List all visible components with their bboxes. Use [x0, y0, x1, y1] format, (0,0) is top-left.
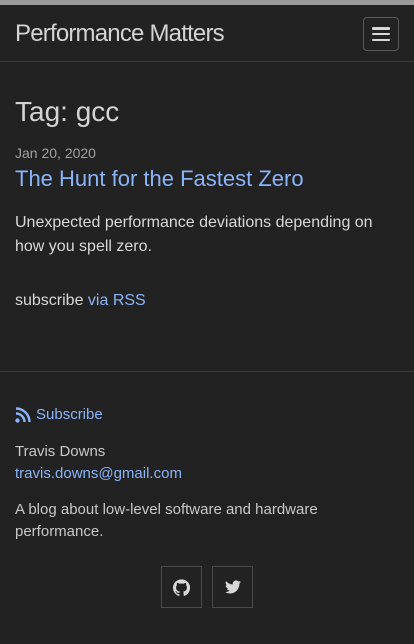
post-date: Jan 20, 2020 — [15, 145, 96, 161]
github-link[interactable] — [161, 566, 202, 608]
subscribe-prefix: subscribe — [15, 292, 88, 309]
social-links — [15, 566, 399, 608]
post-title-link[interactable]: The Hunt for the Fastest Zero — [15, 165, 399, 193]
subscribe-line: subscribe via RSS — [15, 289, 399, 313]
site-footer: Subscribe Travis Downs travis.downs@gmai… — [0, 371, 414, 608]
twitter-link[interactable] — [212, 566, 253, 608]
page-title: Tag: gcc — [15, 96, 120, 127]
site-title-link[interactable]: Performance Matters — [15, 20, 225, 48]
rss-icon — [15, 407, 31, 423]
author-email-link[interactable]: travis.downs@gmail.com — [15, 464, 182, 484]
site-header: Performance Matters — [0, 5, 414, 62]
rss-link[interactable]: via RSS — [88, 292, 146, 309]
site-description: A blog about low-level software and hard… — [15, 501, 318, 540]
twitter-icon — [224, 580, 241, 594]
footer-subscribe-row: Subscribe — [15, 405, 399, 425]
author-name: Travis Downs — [15, 443, 106, 460]
hamburger-icon — [372, 27, 390, 41]
github-icon — [173, 578, 190, 596]
nav-toggle-button[interactable] — [363, 17, 399, 51]
main-content: Tag: gcc Jan 20, 2020 The Hunt for the F… — [0, 62, 414, 313]
post-excerpt: Unexpected performance deviations depend… — [15, 214, 373, 255]
footer-subscribe-link[interactable]: Subscribe — [36, 405, 103, 425]
